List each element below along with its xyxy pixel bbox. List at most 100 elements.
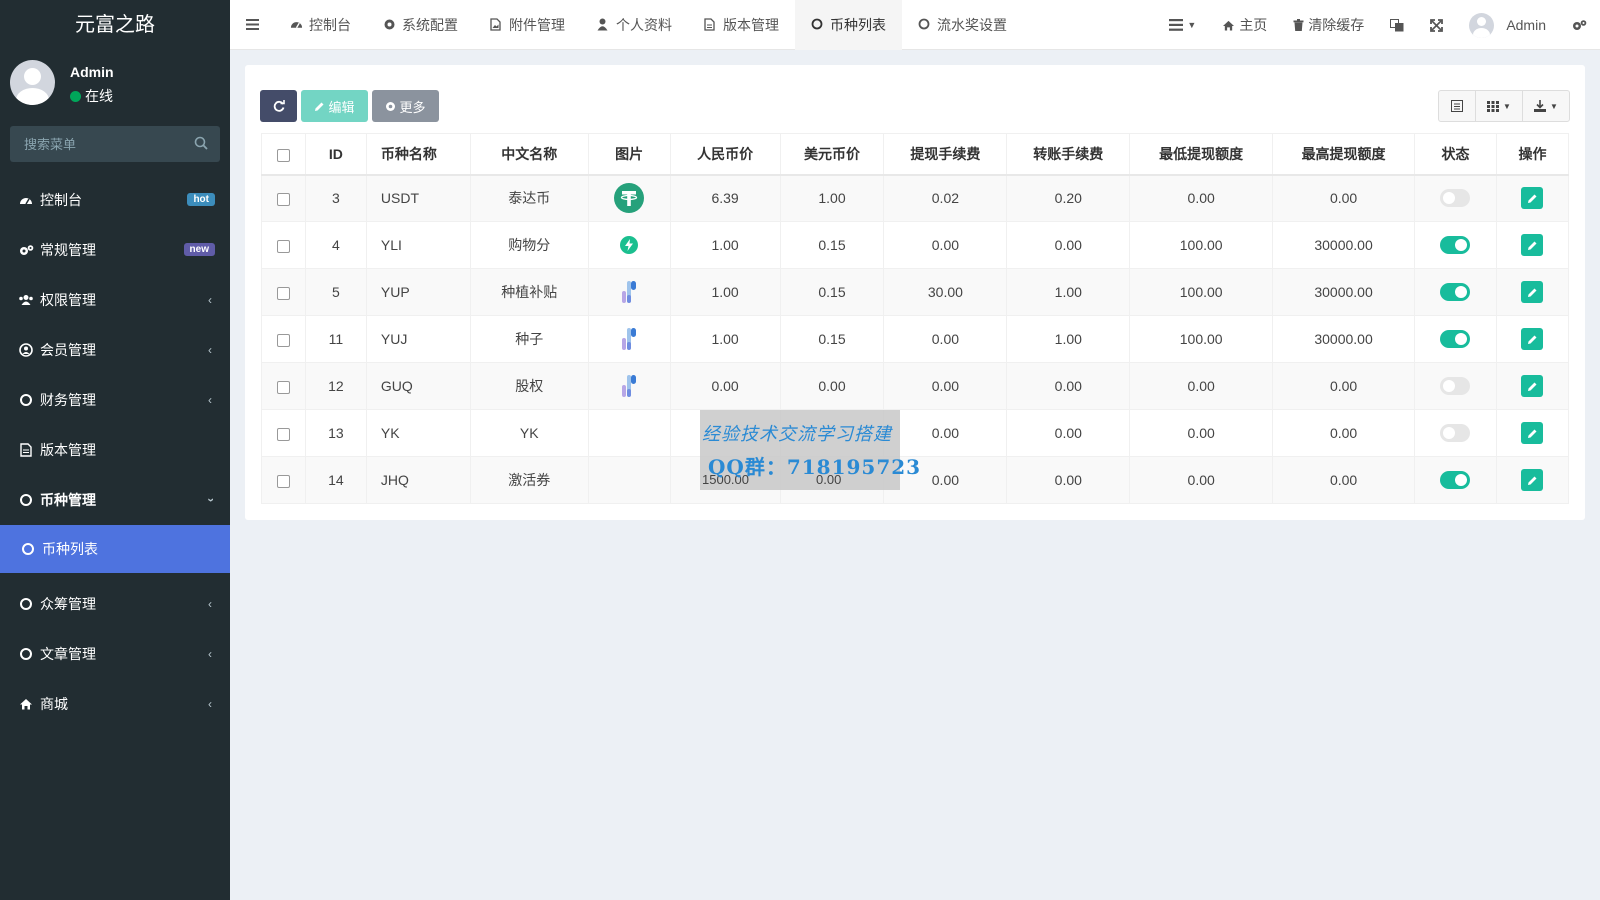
cell-id: 13 [304,409,367,457]
table-row[interactable]: 4 YLI 购物分 1.00 0.15 0.00 0.00 100.00 30000.00 [261,221,1570,269]
caret-down-icon: ▼ [1503,101,1511,111]
status-toggle[interactable] [1440,377,1471,396]
column-header[interactable]: 最高提现额度 [1272,133,1416,176]
tab-currency-list[interactable]: 币种列表 [795,0,902,50]
row-checkbox[interactable] [276,239,290,253]
sidebar-item-crowdfunding[interactable]: 众筹管理 ‹ [0,579,230,629]
sidebar-item-members[interactable]: 会员管理 ‹ [0,325,230,375]
home-icon [1223,20,1235,31]
cell-image[interactable] [587,456,671,504]
status-toggle[interactable] [1440,236,1471,255]
row-edit-button[interactable] [1521,375,1544,397]
more-button[interactable]: 更多 [372,90,439,122]
status-toggle[interactable] [1440,471,1471,490]
row-checkbox[interactable] [276,380,290,394]
cell-image[interactable] [587,174,671,222]
row-edit-button[interactable] [1521,328,1544,350]
cell-actions [1495,409,1570,457]
table-row[interactable]: 3 USDT 泰达币 6.39 1.00 0.02 0.20 0.00 0.00 [261,174,1570,222]
row-checkbox[interactable] [276,286,290,300]
user-name: Admin [70,64,114,80]
column-header[interactable]: ID [304,133,367,176]
row-checkbox[interactable] [276,474,290,488]
tab-profile[interactable]: 个人资料 [581,0,688,50]
cell-wfee: 0.00 [883,362,1008,410]
cell-actions [1495,221,1570,269]
column-header[interactable]: 人民币价 [669,133,781,176]
column-header[interactable]: 转账手续费 [1006,133,1131,176]
cell-min: 0.00 [1129,409,1274,457]
row-checkbox[interactable] [276,193,290,207]
search-icon[interactable] [194,136,208,150]
status-toggle[interactable] [1440,330,1471,349]
tab-dashboard[interactable]: 控制台 [274,0,367,50]
cell-id: 14 [304,456,367,504]
sidebar-item-label: 币种列表 [42,541,98,557]
refresh-button[interactable] [260,90,297,122]
table-row[interactable]: 12 GUQ 股权 0.00 0.00 0.00 0.00 0.00 0.00 [261,362,1570,410]
row-select-cell [261,456,306,504]
sidebar-item-permissions[interactable]: 权限管理 ‹ [0,275,230,325]
sidebar-item-currency[interactable]: 币种管理 ‹ [0,475,230,525]
status-toggle[interactable] [1440,189,1471,208]
nav-settings[interactable] [1559,0,1600,50]
menu-search-input[interactable] [10,126,180,162]
tab-bonus-settings[interactable]: 流水奖设置 [902,0,1023,50]
cell-min: 0.00 [1129,174,1274,222]
cell-actions [1495,456,1570,504]
cell-min: 0.00 [1129,362,1274,410]
sidebar-item-articles[interactable]: 文章管理 ‹ [0,629,230,679]
row-edit-button[interactable] [1521,234,1544,256]
user-avatar [10,60,55,105]
tab-version[interactable]: 版本管理 [688,0,795,50]
export-dropdown[interactable]: ▼ [1522,90,1570,122]
app-logo[interactable]: 元富之路 [0,0,230,50]
toggle-view-button[interactable] [1438,90,1476,122]
menu-toggle-icon[interactable] [230,0,274,50]
table-row[interactable]: 13 YK YK 0.00 0.00 0.00 0.00 [261,409,1570,457]
column-header[interactable]: 最低提现额度 [1129,133,1274,176]
column-header[interactable]: 美元币价 [779,133,885,176]
row-checkbox[interactable] [276,333,290,347]
cell-image[interactable] [587,362,671,410]
column-header[interactable]: 状态 [1414,133,1497,176]
status-toggle[interactable] [1440,424,1471,443]
sidebar-item-general[interactable]: 常规管理 new [0,225,230,275]
pencil-icon [315,102,324,111]
tab-attachments[interactable]: 附件管理 [474,0,581,50]
edit-button[interactable]: 编辑 [301,90,368,122]
select-all-checkbox[interactable] [276,148,290,162]
column-header[interactable]: 币种名称 [365,133,471,176]
column-header[interactable]: 中文名称 [469,133,589,176]
row-checkbox[interactable] [276,427,290,441]
cell-image[interactable] [587,409,671,457]
status-toggle[interactable] [1440,283,1471,302]
nav-translate[interactable] [1377,0,1417,50]
cell-image[interactable] [587,268,671,316]
nav-clear-cache[interactable]: 清除缓存 [1280,0,1377,50]
row-select-cell [261,221,306,269]
cell-usd: 0.15 [779,221,885,269]
column-header[interactable]: 提现手续费 [883,133,1008,176]
sidebar-item-currency-list[interactable]: 币种列表 [0,525,230,573]
nav-list-dropdown[interactable]: ▼ [1156,0,1209,50]
sidebar-item-version[interactable]: 版本管理 [0,425,230,475]
nav-home-link[interactable]: 主页 [1209,0,1280,50]
sidebar-item-dashboard[interactable]: 控制台 hot [0,175,230,225]
sidebar-item-mall[interactable]: 商城 ‹ [0,679,230,729]
user-status: 在线 [70,86,113,106]
sidebar-item-finance[interactable]: 财务管理 ‹ [0,375,230,425]
column-header[interactable]: 图片 [587,133,671,176]
cell-image[interactable] [587,315,671,363]
row-edit-button[interactable] [1521,187,1544,210]
table-row[interactable]: 11 YUJ 种子 1.00 0.15 0.00 1.00 100.00 30000.00 [261,315,1570,363]
row-edit-button[interactable] [1521,469,1544,491]
tab-system-config[interactable]: 系统配置 [367,0,474,50]
row-edit-button[interactable] [1521,281,1544,303]
nav-user-menu[interactable]: Admin [1456,0,1559,50]
table-row[interactable]: 5 YUP 种植补贴 1.00 0.15 30.00 1.00 100.00 30000.00 [261,268,1570,316]
row-edit-button[interactable] [1521,422,1544,444]
nav-fullscreen[interactable] [1417,0,1456,50]
columns-dropdown[interactable]: ▼ [1475,90,1523,122]
cell-image[interactable] [587,221,671,269]
